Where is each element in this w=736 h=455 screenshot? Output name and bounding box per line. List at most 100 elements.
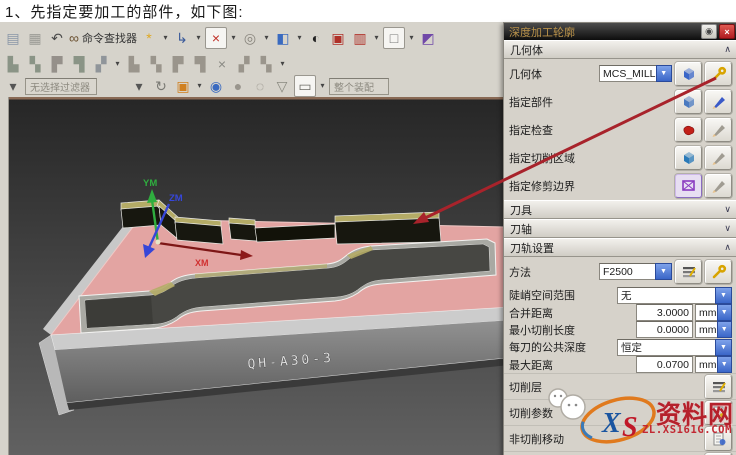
mill-op-2-icon[interactable]: ▚ (146, 54, 166, 74)
merge-distance-field[interactable]: 3.0000 (636, 304, 693, 321)
visualize-dropdown[interactable]: ▾ (161, 28, 170, 48)
mill-op-4-icon[interactable]: ▜ (190, 54, 210, 74)
select-check-button[interactable] (675, 118, 702, 142)
visualize-icon[interactable]: * (139, 28, 159, 48)
expand-icon[interactable]: ∨ (724, 223, 731, 234)
chevron-down-icon[interactable]: ▼ (715, 338, 732, 356)
select-cut-area-button[interactable] (675, 146, 702, 170)
expand-icon[interactable]: ∨ (724, 204, 731, 215)
curve-dropdown[interactable]: ▾ (262, 28, 271, 48)
watermark-logo-x: X (601, 408, 622, 439)
display-part-button[interactable] (705, 90, 732, 114)
depth-per-cut-combo-select[interactable]: 恒定 ▼ (617, 338, 732, 356)
edit-method-button[interactable] (675, 259, 702, 284)
max-distance-field-unit-combo[interactable]: mm ▼ (693, 356, 732, 373)
display-cut-area-button[interactable] (705, 146, 732, 170)
undo-icon[interactable]: ↶ (47, 28, 67, 48)
select-trim-boundary-button[interactable] (675, 174, 702, 198)
display-trim-boundary-button[interactable] (705, 174, 732, 198)
collapse-icon[interactable]: ∧ (724, 44, 731, 55)
chevron-down-icon[interactable]: ▼ (716, 304, 732, 321)
display-check-button[interactable] (705, 118, 732, 142)
assembly-icon[interactable]: ▥ (350, 28, 370, 48)
specify-trim-boundary-row: 指定修剪边界 (504, 172, 736, 200)
generate-toolpath-icon[interactable]: ▞ (91, 54, 111, 74)
rect-select-icon[interactable]: ▭ (294, 75, 316, 97)
section-tool-axis[interactable]: 刀轴 ∨ (504, 219, 736, 238)
blank-view-icon[interactable]: □ (382, 27, 405, 49)
datum-icon[interactable]: ↳ (172, 28, 192, 48)
view-window-icon[interactable]: × (204, 27, 227, 49)
dialog-title-bar[interactable]: 深度加工轮廓 ◉ × (504, 23, 736, 40)
method-combo-select[interactable]: F2500 ▼ (599, 263, 672, 280)
lasso-icon[interactable]: ◌ (250, 76, 270, 96)
render-style-icon[interactable]: ◐ (306, 28, 326, 48)
datum-dropdown[interactable]: ▾ (194, 28, 203, 48)
chevron-down-icon[interactable]: ▼ (716, 356, 732, 373)
select-trim-boundary-icon (681, 180, 695, 191)
scope-dropdown[interactable]: ▾ (129, 76, 149, 96)
max-distance-field[interactable]: 0.0700 (636, 356, 693, 373)
refresh-selection-icon-glyph: ↻ (155, 78, 167, 94)
orbit-icon[interactable]: ◉ (206, 76, 226, 96)
row2-dropdown-1[interactable]: ▾ (113, 54, 122, 74)
paste-operation-icon[interactable]: ▜ (69, 54, 89, 74)
copy-operation-icon[interactable]: ▛ (47, 54, 67, 74)
min-cut-length-field-unit-combo[interactable]: mm ▼ (693, 321, 732, 338)
close-icon[interactable]: × (719, 24, 735, 39)
view-window-dropdown[interactable]: ▾ (229, 28, 238, 48)
chevron-down-icon[interactable]: ▼ (655, 263, 672, 280)
row2-dropdown-2[interactable]: ▾ (278, 54, 287, 74)
section-path-settings[interactable]: 刀轨设置 ∧ (504, 238, 736, 257)
edit-object-icon[interactable]: ▙ (3, 54, 23, 74)
command-finder-button[interactable]: ∞ 命令查找器 (69, 28, 137, 48)
refresh-selection-icon[interactable]: ↻ (151, 76, 171, 96)
type-filter-dropdown[interactable]: ▾ (3, 76, 23, 96)
sphere-select-icon[interactable]: ● (228, 76, 248, 96)
snap-point-icon[interactable]: ▣ (173, 76, 193, 96)
delete-op-icon[interactable]: × (212, 54, 232, 74)
isometric-view-icon[interactable]: ◧ (273, 28, 293, 48)
snap-dropdown[interactable]: ▾ (195, 76, 204, 96)
selection-scope-field[interactable]: 整个装配 (329, 77, 389, 95)
view-window-icon-glyph: × (211, 30, 221, 46)
min-cut-length-field[interactable]: 0.0000 (636, 321, 693, 338)
edit-geometry-button[interactable] (675, 61, 702, 86)
method-combo-select-value: F2500 (599, 263, 655, 280)
chevron-down-icon[interactable]: ▼ (716, 321, 732, 338)
view-dropdown[interactable]: ▾ (295, 28, 304, 48)
section-geometry[interactable]: 几何体 ∧ (504, 40, 736, 59)
move-face-icon[interactable]: ◩ (418, 28, 438, 48)
steep-range-combo-select[interactable]: 无 ▼ (617, 286, 732, 304)
chevron-down-icon[interactable]: ▼ (715, 286, 732, 304)
dialog-options-icon[interactable]: ◉ (701, 24, 717, 39)
chevron-down-icon[interactable]: ▼ (655, 65, 672, 82)
paste-icon-glyph: ▤ (6, 30, 20, 46)
blank-view-dropdown[interactable]: ▾ (407, 28, 416, 48)
mill-op-3-icon[interactable]: ▛ (168, 54, 188, 74)
type-filter-field[interactable]: 无选择过滤器 (25, 77, 97, 95)
section-tool[interactable]: 刀具 ∨ (504, 200, 736, 219)
hand-icon[interactable]: ▽ (272, 76, 292, 96)
specify-cut-area-row: 指定切削区域 (504, 144, 736, 172)
watermark-site-url: ZL.XS161G.COM (642, 424, 732, 436)
assembly-dropdown[interactable]: ▾ (372, 28, 381, 48)
paste-icon[interactable]: ▤ (3, 28, 23, 48)
command-finder-button-label: 命令查找器 (81, 33, 137, 45)
curve-icon[interactable]: ◎ (240, 28, 260, 48)
mill-op-6-icon[interactable]: ▚ (256, 54, 276, 74)
red-block-icon[interactable]: ▣ (328, 28, 348, 48)
delete-op-icon-glyph: × (217, 55, 227, 72)
new-method-button[interactable] (705, 259, 732, 284)
cut-operation-icon[interactable]: ▚ (25, 54, 45, 74)
geometry-combo-select[interactable]: MCS_MILL ▼ (599, 65, 672, 82)
mill-op-1-icon[interactable]: ▙ (124, 54, 144, 74)
new-geometry-button[interactable] (705, 61, 732, 86)
rect-select-dropdown[interactable]: ▾ (318, 76, 327, 96)
select-part-button[interactable] (675, 90, 702, 114)
viewport-3d[interactable]: QH-A30-3 XM YM ZM (8, 97, 506, 455)
save-icon[interactable]: ▦ (25, 28, 45, 48)
collapse-icon[interactable]: ∧ (724, 242, 731, 253)
mill-op-5-icon[interactable]: ▞ (234, 54, 254, 74)
merge-distance-field-unit-combo[interactable]: mm ▼ (693, 304, 732, 321)
